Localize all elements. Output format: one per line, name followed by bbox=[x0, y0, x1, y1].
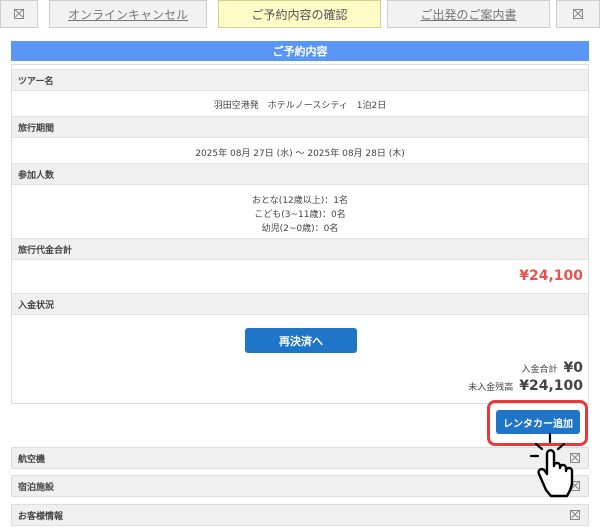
total-price-value: ¥24,100 bbox=[519, 268, 583, 284]
payment-status-label: 入金状況 bbox=[18, 300, 55, 311]
broken-image-icon bbox=[570, 510, 580, 520]
tab-departure-info[interactable]: ご出発のご案内書 bbox=[387, 0, 550, 28]
unpaid-balance-row: 未入金残高 ¥24,100 bbox=[468, 378, 583, 394]
travel-period-label: 旅行期間 bbox=[18, 123, 55, 134]
accordion-customer-info-label: お客様情報 bbox=[18, 511, 64, 522]
paid-total-row: 入金合計 ¥0 bbox=[522, 360, 584, 376]
total-price-label: 旅行代金合計 bbox=[18, 245, 73, 256]
accordion-flight[interactable]: 航空機 bbox=[11, 447, 589, 469]
participants-header: 参加人数 bbox=[12, 163, 588, 185]
tab-online-cancel-label: オンラインキャンセル bbox=[67, 7, 188, 22]
unpaid-balance-value: ¥24,100 bbox=[519, 378, 583, 394]
tour-name-label: ツアー名 bbox=[18, 76, 54, 87]
participants-children: こども(3~11歳)：0名 bbox=[254, 210, 346, 220]
paid-total-label: 入金合計 bbox=[521, 365, 558, 375]
accordion-customer-info[interactable]: お客様情報 bbox=[11, 504, 589, 526]
total-price-header: 旅行代金合計 bbox=[12, 238, 588, 260]
resettle-button-label: 再決済へ bbox=[279, 334, 323, 348]
accordion-hotel[interactable]: 宿泊施設 bbox=[11, 475, 589, 497]
accordion-flight-label: 航空機 bbox=[18, 454, 46, 465]
reservation-header: ご予約内容 bbox=[11, 41, 589, 61]
resettle-button[interactable]: 再決済へ bbox=[245, 328, 357, 353]
paid-total-value: ¥0 bbox=[563, 360, 583, 376]
broken-image-icon bbox=[573, 9, 583, 19]
tab-next-edge[interactable] bbox=[556, 0, 600, 28]
unpaid-balance-label: 未入金残高 bbox=[468, 383, 514, 393]
tour-name-value: 羽田空港発 ホテルノースシティ 1泊2日 bbox=[213, 101, 387, 111]
participants-infants: 幼児(2~0歳)：0名 bbox=[261, 224, 339, 234]
tab-prev-edge[interactable] bbox=[0, 0, 38, 28]
accordion-hotel-label: 宿泊施設 bbox=[18, 482, 55, 493]
tab-reservation-confirm-label: ご予約内容の確認 bbox=[251, 7, 348, 22]
travel-period-header: 旅行期間 bbox=[12, 116, 588, 138]
tab-departure-info-label: ご出発のご案内書 bbox=[420, 7, 517, 22]
reservation-details-panel bbox=[11, 64, 589, 404]
broken-image-icon bbox=[14, 9, 24, 19]
tab-reservation-confirm[interactable]: ご予約内容の確認 bbox=[218, 0, 381, 28]
participants-label: 参加人数 bbox=[18, 170, 55, 181]
tour-name-header: ツアー名 bbox=[12, 69, 588, 91]
travel-period-value: 2025年 08月 27日 (水) ～ 2025年 08月 28日 (木) bbox=[195, 149, 405, 159]
pointing-hand-icon bbox=[529, 432, 574, 498]
reservation-header-title: ご予約内容 bbox=[272, 45, 328, 58]
participants-adults: おとな(12歳以上)：1名 bbox=[252, 196, 348, 206]
tab-online-cancel[interactable]: オンラインキャンセル bbox=[49, 0, 207, 28]
payment-status-header: 入金状況 bbox=[12, 293, 588, 315]
